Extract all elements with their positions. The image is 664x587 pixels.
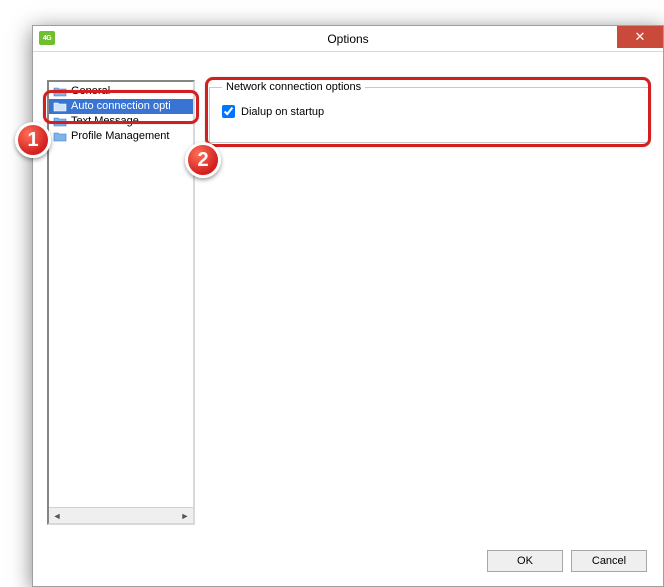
cancel-button[interactable]: Cancel [571,550,647,572]
dialog-content: General Auto connection opti Text Messag… [33,52,663,586]
nav-tree-body: General Auto connection opti Text Messag… [49,82,193,507]
tree-item-text-message[interactable]: Text Message [49,114,193,129]
scroll-left-icon[interactable]: ◄ [49,508,65,523]
tree-item-profile-management[interactable]: Profile Management [49,129,193,144]
group-legend: Network connection options [222,81,365,93]
tree-item-label: General [71,85,110,98]
ok-button[interactable]: OK [487,550,563,572]
network-options-fieldset: Network connection options Dialup on sta… [209,81,649,143]
window-title: Options [33,26,663,51]
dialog-footer: OK Cancel [487,550,647,572]
tree-item-label: Text Message [71,115,139,128]
options-dialog: 4G Options ✕ General Auto conne [32,25,664,587]
tree-item-auto-connection[interactable]: Auto connection opti [49,99,193,114]
tree-item-general[interactable]: General [49,84,193,99]
folder-icon [53,86,67,97]
close-icon: ✕ [635,29,646,45]
folder-icon [53,131,67,142]
tree-item-label: Auto connection opti [71,100,171,113]
network-options-group: Network connection options Dialup on sta… [209,81,649,143]
titlebar: 4G Options ✕ [33,26,663,52]
tree-item-label: Profile Management [71,130,169,143]
dialup-startup-label: Dialup on startup [241,106,324,118]
dialup-startup-checkbox[interactable] [222,105,235,118]
tree-hscrollbar[interactable]: ◄ ► [49,507,193,523]
scroll-right-icon[interactable]: ► [177,508,193,523]
folder-icon [53,101,67,112]
nav-tree: General Auto connection opti Text Messag… [47,80,195,525]
dialup-startup-row[interactable]: Dialup on startup [222,105,636,118]
close-button[interactable]: ✕ [617,26,663,48]
annotation-badge-1: 1 [15,122,51,158]
folder-icon [53,116,67,127]
